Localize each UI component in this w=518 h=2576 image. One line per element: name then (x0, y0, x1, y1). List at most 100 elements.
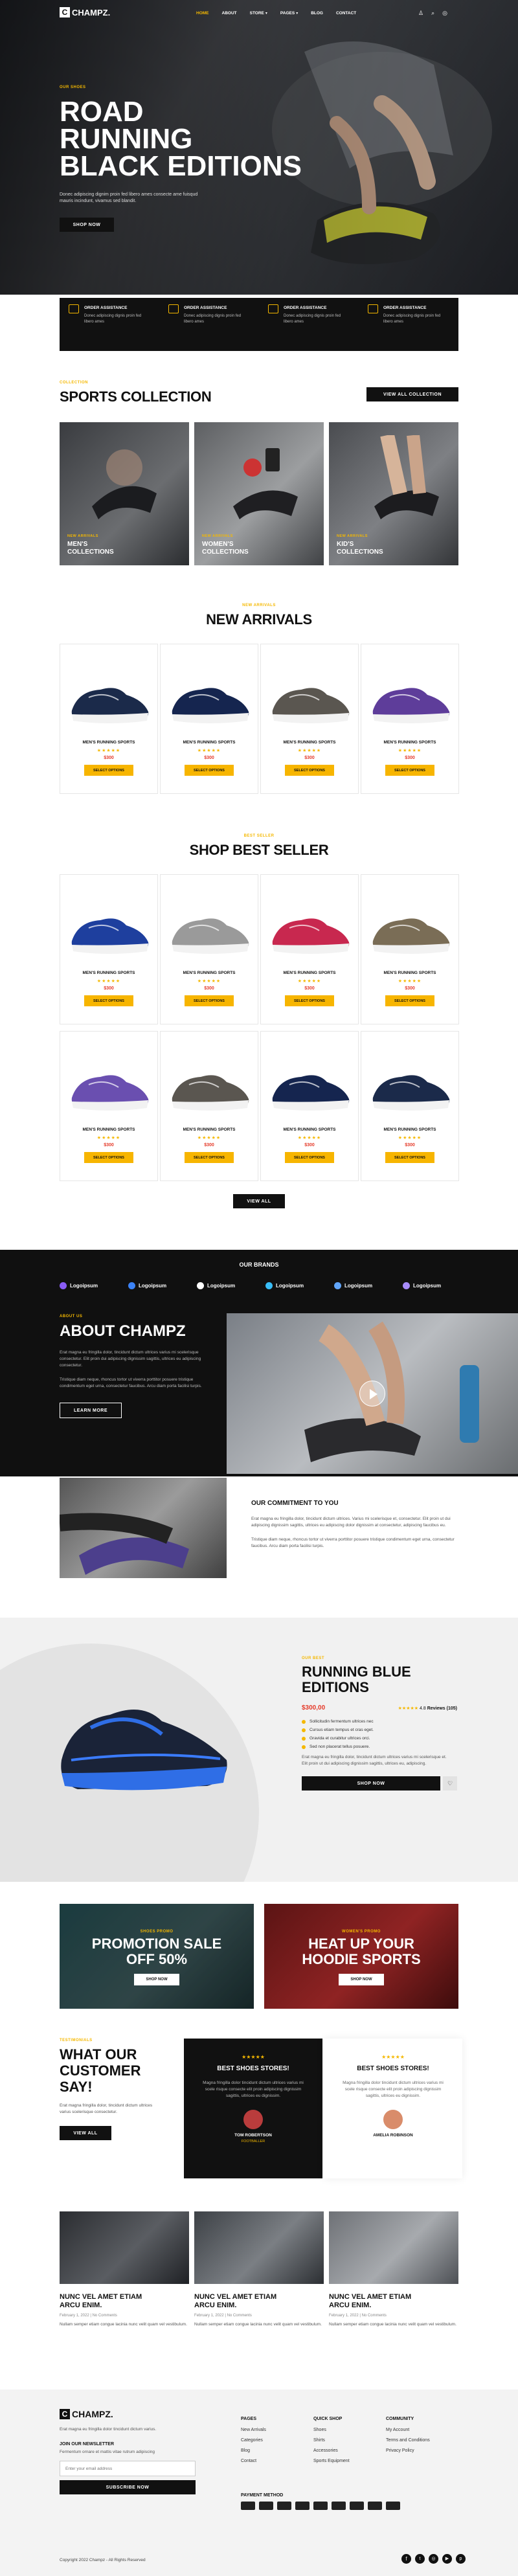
subscribe-button[interactable]: SUBSCRIBE NOW (60, 2480, 196, 2494)
select-options-button[interactable]: SELECT OPTIONS (385, 995, 434, 1006)
twitter-icon[interactable]: t (415, 2554, 425, 2564)
product-card[interactable]: MEN'S RUNNING SPORTS ★★★★★ $300 SELECT OPTI… (361, 644, 459, 794)
brand-logo[interactable]: Logoipsum (334, 1279, 372, 1292)
select-options-button[interactable]: SELECT OPTIONS (84, 995, 133, 1006)
footer-link[interactable]: New Arrivals (241, 2425, 266, 2435)
collection-card-men[interactable]: NEW ARRIVALS MEN'S COLLECTIONS (60, 422, 189, 565)
hero-shop-button[interactable]: SHOP NOW (60, 218, 114, 232)
blog-card[interactable]: NUNC VEL AMET ETIAM ARCU ENIM. February 1… (194, 2211, 324, 2327)
featured-shop-button[interactable]: SHOP NOW (302, 1776, 440, 1791)
footer-link[interactable]: Blog (241, 2446, 266, 2456)
select-options-button[interactable]: SELECT OPTIONS (84, 765, 133, 776)
product-card[interactable]: MEN'S RUNNING SPORTS ★★★★★ $300 SELECT OPTI… (361, 1031, 459, 1181)
product-card[interactable]: MEN'S RUNNING SPORTS ★★★★★ $300 SELECT OPTI… (160, 1031, 258, 1181)
footer-link[interactable]: Accessories (313, 2446, 350, 2456)
play-video-button[interactable] (359, 1381, 385, 1407)
footer-description: Erat magna eu fringilla dolor tincidunt … (60, 2427, 157, 2432)
product-card[interactable]: MEN'S RUNNING SPORTS ★★★★★ $300 SELECT OPTI… (260, 644, 359, 794)
select-options-button[interactable]: SELECT OPTIONS (185, 995, 234, 1006)
footer-pages: PAGES New Arrivals Categories Blog Contact (241, 2417, 266, 2467)
collection-card-kids[interactable]: NEW ARRIVALS KID'S COLLECTIONS (329, 422, 458, 565)
instagram-icon[interactable]: ◎ (429, 2554, 438, 2564)
brand-name: Logoipsum (344, 1282, 373, 1289)
blog-title: NUNC VEL AMET ETIAM ARCU ENIM. (194, 2293, 324, 2310)
footer-link[interactable]: Terms and Conditions (386, 2435, 430, 2446)
brand-logo[interactable]: Logoipsum (265, 1279, 304, 1292)
view-all-collection-button[interactable]: VIEW ALL COLLECTION (366, 387, 458, 401)
nav-store[interactable]: STORE (250, 11, 264, 16)
blog-card[interactable]: NUNC VEL AMET ETIAM ARCU ENIM. February 1… (329, 2211, 458, 2327)
nav-blog[interactable]: BLOG (311, 11, 323, 16)
search-icon[interactable]: ⌕ (431, 10, 434, 17)
feature-item: ORDER ASSISTANCE Donec adipiscing dignis … (60, 298, 158, 351)
promo-shop-button[interactable]: SHOP NOW (339, 1974, 384, 1985)
facebook-icon[interactable]: f (401, 2554, 411, 2564)
nav-contact[interactable]: CONTACT (336, 11, 356, 16)
brand-logo[interactable]: Logoipsum (60, 1279, 98, 1292)
collection-image (233, 448, 298, 519)
footer-link[interactable]: Shirts (313, 2435, 350, 2446)
nav-about[interactable]: ABOUT (222, 11, 237, 16)
footer-link[interactable]: Privacy Policy (386, 2446, 430, 2456)
bullet-icon (302, 1736, 306, 1741)
promo-shop-button[interactable]: SHOP NOW (134, 1974, 179, 1985)
promo-card-sale[interactable]: SHOES PROMO PROMOTION SALE OFF 50% SHOP N… (60, 1904, 254, 2009)
promo-card-hoodie[interactable]: WOMEN'S PROMO HEAT UP YOUR HOODIE SPORTS … (264, 1904, 458, 2009)
shoe-image (172, 688, 249, 723)
featured-shoe-image (61, 1710, 227, 1791)
user-icon[interactable]: ♙ (418, 10, 423, 17)
nav-home[interactable]: HOME (196, 11, 209, 16)
brand-logo[interactable]: Logoipsum (197, 1279, 235, 1292)
product-name: MEN'S RUNNING SPORTS (183, 740, 236, 745)
select-options-button[interactable]: SELECT OPTIONS (385, 1152, 434, 1163)
payment-methods: PAYMENT METHOD (241, 2493, 404, 2510)
collection-card-women[interactable]: NEW ARRIVALS WOMEN'S COLLECTIONS (194, 422, 324, 565)
apple-pay-icon (386, 2502, 400, 2510)
product-card[interactable]: MEN'S RUNNING SPORTS ★★★★★ $300 SELECT OPTI… (160, 644, 258, 794)
blog-card[interactable]: NUNC VEL AMET ETIAM ARCU ENIM. February 1… (60, 2211, 189, 2327)
footer-link[interactable]: My Account (386, 2425, 430, 2435)
footer-link[interactable]: Categories (241, 2435, 266, 2446)
select-options-button[interactable]: SELECT OPTIONS (285, 995, 334, 1006)
cart-icon[interactable]: ◎ (442, 10, 447, 17)
product-card[interactable]: MEN'S RUNNING SPORTS ★★★★★ $300 SELECT OPTI… (260, 874, 359, 1024)
feature-item: ORDER ASSISTANCE Donec adipiscing dignis … (259, 298, 357, 351)
select-options-button[interactable]: SELECT OPTIONS (84, 1152, 133, 1163)
shoe-image (372, 688, 450, 723)
select-options-button[interactable]: SELECT OPTIONS (185, 765, 234, 776)
footer-link[interactable]: Sports Equipment (313, 2456, 350, 2467)
view-all-testimonials-button[interactable]: VIEW ALL (60, 2126, 111, 2140)
logo[interactable]: C CHAMPZ. (60, 7, 110, 17)
select-options-button[interactable]: SELECT OPTIONS (285, 765, 334, 776)
view-all-products-button[interactable]: VIEW ALL (233, 1194, 285, 1208)
truck-icon (368, 304, 378, 313)
brand-mark-icon (197, 1282, 204, 1289)
nav-pages[interactable]: PAGES (280, 11, 295, 16)
product-card[interactable]: MEN'S RUNNING SPORTS ★★★★★ $300 SELECT OPTI… (160, 874, 258, 1024)
wishlist-icon[interactable]: ♡ (443, 1776, 457, 1791)
product-card[interactable]: MEN'S RUNNING SPORTS ★★★★★ $300 SELECT OPTI… (60, 1031, 158, 1181)
brand-logo[interactable]: Logoipsum (128, 1279, 166, 1292)
product-price: $300 (104, 756, 114, 760)
select-options-button[interactable]: SELECT OPTIONS (185, 1152, 234, 1163)
learn-more-button[interactable]: LEARN MORE (60, 1403, 122, 1418)
hero-description: Donec adipiscing dignim proin fed libero… (60, 192, 198, 203)
select-options-button[interactable]: SELECT OPTIONS (285, 1152, 334, 1163)
select-options-button[interactable]: SELECT OPTIONS (385, 765, 434, 776)
product-card[interactable]: MEN'S RUNNING SPORTS ★★★★★ $300 SELECT OPTI… (260, 1031, 359, 1181)
feature-bullet: Gravida et curabitur ultrices orci. (302, 1736, 464, 1741)
truck-icon (268, 304, 278, 313)
rating-stars: ★★★★★ (96, 979, 121, 984)
youtube-icon[interactable]: ▶ (442, 2554, 452, 2564)
collection-kicker: NEW ARRIVALS (337, 534, 368, 538)
email-field[interactable] (60, 2461, 196, 2476)
product-card[interactable]: MEN'S RUNNING SPORTS ★★★★★ $300 SELECT OPTI… (60, 874, 158, 1024)
footer-link[interactable]: Shoes (313, 2425, 350, 2435)
rating-stars: ★★★★★ (197, 749, 221, 753)
pinterest-icon[interactable]: p (456, 2554, 466, 2564)
brand-logo[interactable]: Logoipsum (403, 1279, 441, 1292)
product-card[interactable]: MEN'S RUNNING SPORTS ★★★★★ $300 SELECT OPTI… (60, 644, 158, 794)
product-card[interactable]: MEN'S RUNNING SPORTS ★★★★★ $300 SELECT OPTI… (361, 874, 459, 1024)
footer-logo[interactable]: C CHAMPZ. (60, 2409, 196, 2419)
footer-link[interactable]: Contact (241, 2456, 266, 2467)
